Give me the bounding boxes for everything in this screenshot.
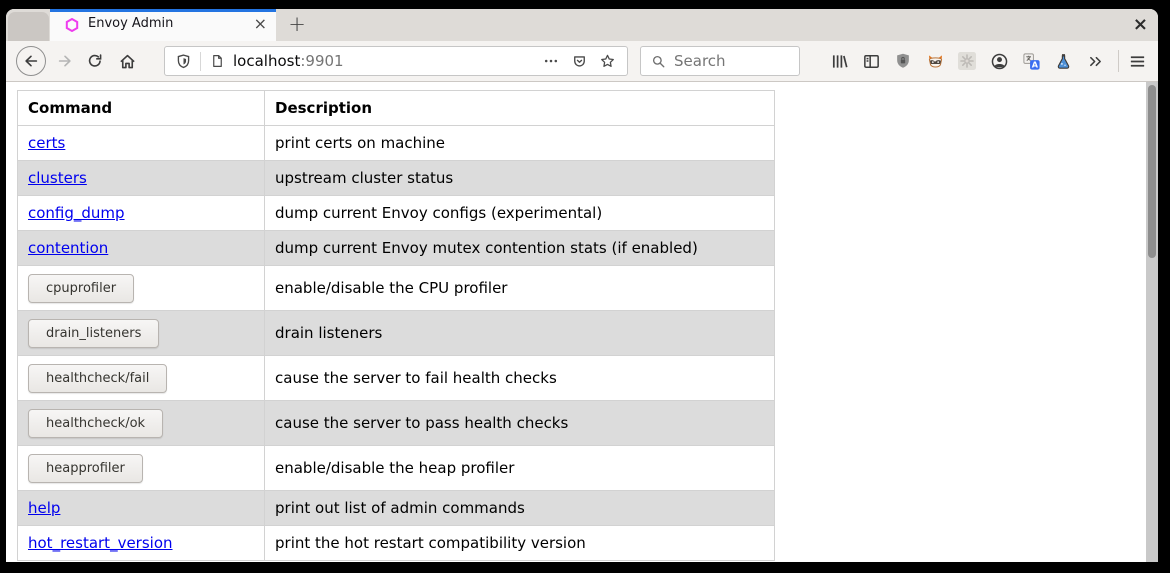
- page-icon[interactable]: [209, 50, 225, 72]
- account-icon[interactable]: [988, 50, 1010, 72]
- command-link[interactable]: contention: [28, 239, 108, 257]
- table-row: healthcheck/fail cause the server to fail…: [18, 356, 775, 401]
- url-port: :9901: [300, 52, 343, 70]
- window-close-icon[interactable]: ×: [1133, 12, 1148, 38]
- search-input[interactable]: [674, 52, 790, 70]
- command-link[interactable]: hot_restart_version: [28, 534, 173, 552]
- table-row: help print out list of admin commands: [18, 491, 775, 526]
- sidebar-icon[interactable]: [860, 50, 882, 72]
- command-button[interactable]: healthcheck/fail: [28, 364, 167, 393]
- command-cell: hot_restart_version: [18, 526, 265, 561]
- command-cell: help: [18, 491, 265, 526]
- admin-commands-table: Command Description certs print certs on …: [17, 90, 775, 561]
- command-description: cause the server to pass health checks: [265, 401, 775, 446]
- command-cell: clusters: [18, 161, 265, 196]
- toolbar-separator: [1118, 50, 1119, 72]
- table-row: healthcheck/ok cause the server to pass h…: [18, 401, 775, 446]
- tab-strip-spacer: [8, 12, 49, 41]
- forward-icon[interactable]: [54, 50, 76, 72]
- command-description: dump current Envoy mutex contention stat…: [265, 231, 775, 266]
- browser-window: Envoy Admin × + ×: [6, 9, 1158, 562]
- back-icon[interactable]: [16, 46, 46, 76]
- command-button[interactable]: heapprofiler: [28, 454, 143, 483]
- extension-disabled-icon[interactable]: [956, 50, 978, 72]
- table-row: cpuprofiler enable/disable the CPU profil…: [18, 266, 775, 311]
- table-row: heapprofiler enable/disable the heap prof…: [18, 446, 775, 491]
- library-icon[interactable]: [828, 50, 850, 72]
- command-description: print out list of admin commands: [265, 491, 775, 526]
- command-button[interactable]: cpuprofiler: [28, 274, 134, 303]
- pocket-icon[interactable]: [568, 50, 590, 72]
- url-bar[interactable]: localhost:9901: [164, 46, 628, 76]
- svg-text:A: A: [1031, 60, 1038, 69]
- bookmark-star-icon[interactable]: [596, 50, 618, 72]
- command-cell: healthcheck/fail: [18, 356, 265, 401]
- fox-extension-icon[interactable]: [924, 50, 946, 72]
- reload-icon[interactable]: [84, 50, 106, 72]
- table-row: config_dump dump current Envoy configs (e…: [18, 196, 775, 231]
- overflow-chevron-icon[interactable]: [1084, 50, 1106, 72]
- command-cell: cpuprofiler: [18, 266, 265, 311]
- menu-icon[interactable]: [1126, 50, 1148, 72]
- table-header-row: Command Description: [18, 91, 775, 126]
- table-row: hot_restart_version print the hot restart…: [18, 526, 775, 561]
- search-icon: [650, 50, 666, 72]
- command-description: cause the server to fail health checks: [265, 356, 775, 401]
- command-description: print the hot restart compatibility vers…: [265, 526, 775, 561]
- command-button[interactable]: healthcheck/ok: [28, 409, 163, 438]
- table-row: certs print certs on machine: [18, 126, 775, 161]
- command-cell: certs: [18, 126, 265, 161]
- active-tab-accent: [50, 9, 276, 12]
- tab-close-icon[interactable]: ×: [254, 13, 267, 35]
- shield-lock-extension-icon[interactable]: [892, 50, 914, 72]
- home-icon[interactable]: [116, 50, 138, 72]
- flask-extension-icon[interactable]: [1052, 50, 1074, 72]
- command-description: dump current Envoy configs (experimental…: [265, 196, 775, 231]
- page-scrollbar[interactable]: [1146, 82, 1158, 562]
- command-link[interactable]: help: [28, 499, 60, 517]
- column-header-command: Command: [18, 91, 265, 126]
- command-description: print certs on machine: [265, 126, 775, 161]
- translate-extension-icon[interactable]: A: [1020, 50, 1042, 72]
- command-table-body: certs print certs on machine clusters upstr…: [18, 126, 775, 561]
- command-description: enable/disable the CPU profiler: [265, 266, 775, 311]
- command-cell: healthcheck/ok: [18, 401, 265, 446]
- browser-screenshot: Envoy Admin × + ×: [0, 0, 1170, 573]
- command-cell: contention: [18, 231, 265, 266]
- envoy-favicon-icon: [65, 18, 79, 32]
- search-bar[interactable]: [640, 46, 800, 76]
- command-link[interactable]: certs: [28, 134, 65, 152]
- urlbar-separator: [200, 52, 201, 71]
- command-description: enable/disable the heap profiler: [265, 446, 775, 491]
- command-link[interactable]: clusters: [28, 169, 87, 187]
- table-row: clusters upstream cluster status: [18, 161, 775, 196]
- column-header-description: Description: [265, 91, 775, 126]
- scrollbar-thumb[interactable]: [1148, 85, 1156, 258]
- toolbar-right-icons: A: [828, 50, 1116, 72]
- tab-envoy-admin[interactable]: Envoy Admin ×: [50, 9, 276, 41]
- url-host: localhost:9901: [233, 52, 344, 70]
- table-row: drain_listeners drain listeners: [18, 311, 775, 356]
- tab-bar: Envoy Admin × + ×: [6, 9, 1158, 41]
- page-content: Command Description certs print certs on …: [6, 82, 1158, 562]
- page-actions-dots-icon[interactable]: [540, 50, 562, 72]
- new-tab-button[interactable]: +: [280, 9, 314, 41]
- command-description: upstream cluster status: [265, 161, 775, 196]
- command-cell: config_dump: [18, 196, 265, 231]
- command-link[interactable]: config_dump: [28, 204, 125, 222]
- command-cell: drain_listeners: [18, 311, 265, 356]
- tracking-shield-icon[interactable]: [174, 50, 192, 72]
- table-row: contention dump current Envoy mutex conte…: [18, 231, 775, 266]
- navigation-toolbar: localhost:9901: [6, 41, 1158, 82]
- command-button[interactable]: drain_listeners: [28, 319, 159, 348]
- command-cell: heapprofiler: [18, 446, 265, 491]
- tab-title: Envoy Admin: [88, 16, 173, 31]
- command-description: drain listeners: [265, 311, 775, 356]
